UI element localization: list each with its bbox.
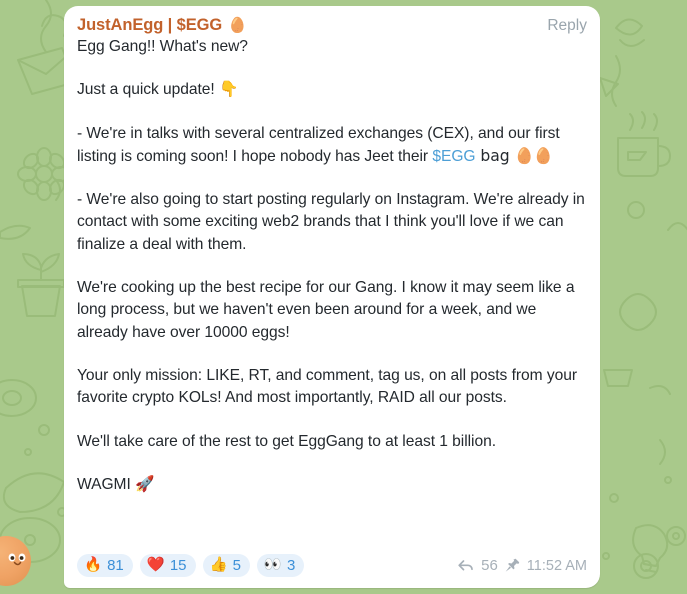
reaction-chip-heart[interactable]: ❤️ 15 — [139, 554, 196, 577]
paragraph-update-intro: Just a quick update! 👇 — [77, 81, 239, 99]
reply-button[interactable]: Reply — [537, 17, 587, 35]
message-meta: 56 11:52 AM — [457, 557, 587, 574]
telegram-chat-screen: JustAnEgg | $EGG 🥚 Reply Egg Gang!! What… — [0, 0, 687, 594]
message-header: JustAnEgg | $EGG 🥚 Reply — [77, 16, 587, 35]
eyes-icon: 👀 — [263, 557, 282, 574]
author-name[interactable]: JustAnEgg | $EGG — [77, 16, 222, 35]
paragraph-recipe: We're cooking up the best recipe for our… — [77, 279, 575, 341]
message-bubble[interactable]: JustAnEgg | $EGG 🥚 Reply Egg Gang!! What… — [64, 6, 600, 588]
thumbs-up-icon: 👍 — [209, 557, 228, 574]
timestamp: 11:52 AM — [526, 557, 587, 574]
paragraph-cex: - We're in talks with several centralize… — [77, 123, 587, 169]
paragraph-instagram: - We're also going to start posting regu… — [77, 191, 585, 253]
paragraph-cex-suffix: bag 🥚🥚 — [475, 146, 554, 165]
reaction-count-eyes: 3 — [286, 557, 296, 574]
message-body: Egg Gang!! What's new? Just a quick upda… — [77, 36, 587, 496]
reaction-chip-fire[interactable]: 🔥 81 — [77, 554, 133, 577]
reaction-bar: 🔥 81 ❤️ 15 👍 5 👀 3 — [77, 554, 305, 577]
avatar-face — [7, 553, 29, 569]
paragraph-greeting: Egg Gang!! What's new? — [77, 38, 248, 55]
reply-count: 56 — [481, 557, 498, 574]
reaction-count-fire: 81 — [107, 557, 124, 574]
author-line: JustAnEgg | $EGG 🥚 — [77, 16, 247, 35]
reaction-chip-thumbs-up[interactable]: 👍 5 — [202, 554, 250, 577]
cashtag-egg-link[interactable]: $EGG — [432, 148, 475, 165]
reply-arrow-icon[interactable] — [457, 558, 474, 573]
paragraph-wagmi: WAGMI 🚀 — [77, 475, 155, 493]
message-footer: 🔥 81 ❤️ 15 👍 5 👀 3 56 11:52 AM — [77, 554, 587, 577]
reaction-count-heart: 15 — [169, 557, 187, 574]
reaction-count-thumbs-up: 5 — [232, 557, 241, 574]
reaction-chip-eyes[interactable]: 👀 3 — [256, 554, 305, 577]
heart-icon: ❤️ — [146, 557, 165, 574]
fire-icon: 🔥 — [84, 557, 103, 574]
paragraph-mission: Your only mission: LIKE, RT, and comment… — [77, 366, 577, 407]
pin-icon — [505, 558, 520, 573]
egg-icon: 🥚 — [228, 16, 247, 34]
paragraph-billion: We'll take care of the rest to get EggGa… — [77, 432, 496, 450]
